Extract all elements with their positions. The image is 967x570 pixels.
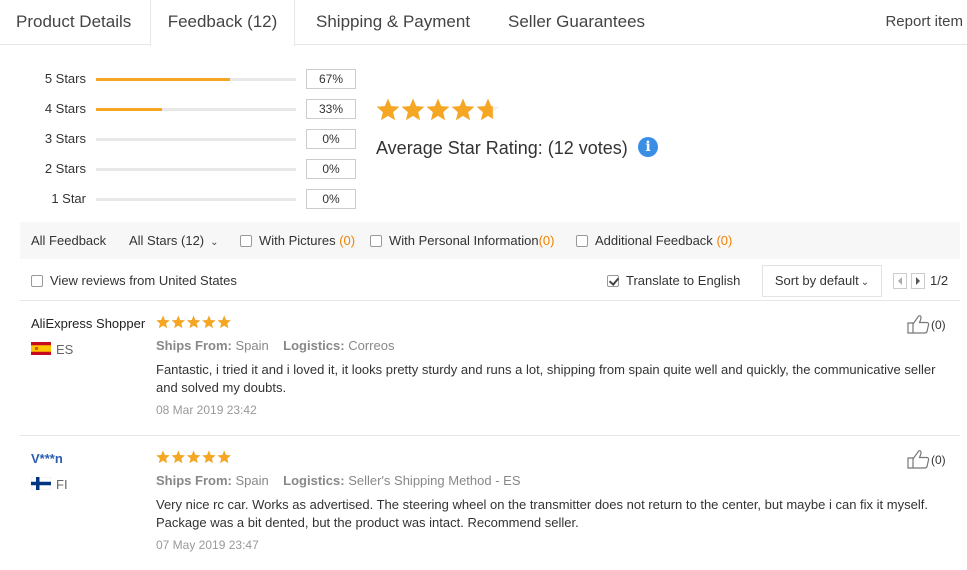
- with-pictures-checkbox[interactable]: [240, 235, 252, 247]
- view-us-reviews-label: View reviews from United States: [50, 273, 237, 288]
- additional-feedback-label: Additional Feedback: [595, 233, 713, 248]
- next-page-button[interactable]: [911, 273, 925, 289]
- sort-label: Sort by default: [774, 273, 859, 288]
- helpful-button[interactable]: (0): [907, 314, 946, 334]
- divider: [20, 300, 960, 301]
- tab-seller-guarantees[interactable]: Seller Guarantees: [508, 0, 645, 45]
- spain-flag-icon: [31, 342, 51, 355]
- chevron-down-icon: ⌄: [210, 237, 219, 248]
- rating-percent: 67%: [306, 69, 356, 89]
- star-icon: [426, 98, 450, 121]
- thumbs-up-icon: [907, 450, 930, 469]
- caret-right-icon: [916, 277, 920, 285]
- translate-label: Translate to English: [626, 273, 741, 288]
- page-indicator: 1/2: [930, 273, 949, 288]
- info-icon[interactable]: i: [638, 137, 658, 157]
- star-icon: [186, 450, 201, 464]
- rating-row-label: 1 Star: [51, 191, 86, 206]
- additional-feedback-checkbox[interactable]: [576, 235, 588, 247]
- star-icon: [156, 315, 170, 329]
- thumbs-up-icon: [907, 315, 930, 334]
- review-stars: [156, 315, 231, 329]
- rating-row-label: 3 Stars: [44, 131, 86, 146]
- with-personal-info-label: With Personal Information: [389, 233, 539, 248]
- helpful-count: (0): [931, 453, 946, 467]
- rating-bar-fill: [96, 108, 162, 111]
- rating-row-label: 5 Stars: [44, 71, 86, 86]
- with-personal-info-count: (0): [538, 233, 555, 248]
- report-item-link[interactable]: Report item: [885, 0, 963, 44]
- with-pictures-filter[interactable]: With Pictures (0): [240, 222, 355, 259]
- rating-bar-track: [96, 198, 296, 201]
- reviewer-country: ES: [56, 342, 74, 357]
- star-icon: [401, 98, 425, 121]
- rating-bar-track: [96, 108, 296, 111]
- divider: [20, 435, 960, 436]
- all-stars-label: All Stars (12): [129, 233, 205, 248]
- review-date: 08 Mar 2019 23:42: [156, 403, 257, 417]
- star-icon: [186, 315, 201, 329]
- reviewer-name: AliExpress Shopper: [31, 316, 146, 331]
- translate-option[interactable]: Translate to English: [607, 265, 740, 297]
- tab-bar: Product Details Feedback (12) Shipping &…: [0, 0, 967, 46]
- star-icon: [171, 315, 185, 329]
- star-icon: [171, 450, 185, 464]
- prev-page-button[interactable]: [893, 273, 907, 289]
- view-us-reviews-option[interactable]: View reviews from United States: [31, 265, 237, 297]
- all-feedback-filter[interactable]: All Feedback: [31, 222, 106, 259]
- review-shipping-info: Ships From: Spain Logistics: Seller's Sh…: [156, 473, 521, 488]
- review-text: Very nice rc car. Works as advertised. T…: [156, 497, 928, 530]
- rating-row-label: 2 Stars: [44, 161, 86, 176]
- feedback-filter-bar: All Feedback All Stars (12) ⌄ With Pictur…: [20, 222, 960, 259]
- all-stars-dropdown[interactable]: All Stars (12) ⌄: [129, 222, 219, 261]
- tab-feedback[interactable]: Feedback (12): [150, 0, 295, 46]
- rating-bar-track: [96, 78, 296, 81]
- review-stars: [156, 450, 231, 464]
- chevron-down-icon: ⌄: [860, 277, 870, 288]
- helpful-button[interactable]: (0): [907, 449, 946, 469]
- review-text: Fantastic, i tried it and i loved it, it…: [156, 362, 936, 395]
- additional-feedback-count: (0): [716, 233, 733, 248]
- rating-bar-track: [96, 138, 296, 141]
- with-pictures-count: (0): [339, 233, 356, 248]
- star-icon: [376, 98, 400, 121]
- star-icon: [217, 315, 231, 329]
- rating-bar-fill: [96, 78, 230, 81]
- with-personal-info-filter[interactable]: With Personal Information(0): [370, 222, 555, 259]
- caret-left-icon: [898, 277, 902, 285]
- rating-percent: 33%: [306, 99, 356, 119]
- star-icon: [156, 450, 170, 464]
- star-icon: [217, 450, 231, 464]
- view-us-reviews-checkbox[interactable]: [31, 275, 43, 287]
- star-icon: [451, 98, 475, 121]
- review-date: 07 May 2019 23:47: [156, 538, 259, 552]
- sort-dropdown[interactable]: Sort by default ⌄: [762, 265, 882, 297]
- rating-row-label: 4 Stars: [44, 101, 86, 116]
- with-pictures-label: With Pictures: [259, 233, 336, 248]
- with-personal-info-checkbox[interactable]: [370, 235, 382, 247]
- tab-shipping-payment[interactable]: Shipping & Payment: [316, 0, 470, 45]
- reviewer-name: V***n: [31, 451, 63, 466]
- tab-product-details[interactable]: Product Details: [16, 0, 131, 45]
- translate-checkbox[interactable]: [607, 275, 619, 287]
- rating-percent: 0%: [306, 129, 356, 149]
- helpful-count: (0): [931, 318, 946, 332]
- rating-bar-track: [96, 168, 296, 171]
- star-icon: [202, 450, 216, 464]
- average-rating-stars: [376, 98, 501, 129]
- reviewer-country: FI: [56, 477, 68, 492]
- average-star-rating-text: Average Star Rating: (12 votes): [376, 138, 628, 158]
- star-icon: [202, 315, 216, 329]
- rating-percent: 0%: [306, 189, 356, 209]
- review-shipping-info: Ships From: Spain Logistics: Correos: [156, 338, 395, 353]
- additional-feedback-filter[interactable]: Additional Feedback (0): [576, 222, 732, 259]
- rating-percent: 0%: [306, 159, 356, 179]
- finland-flag-icon: [31, 477, 51, 490]
